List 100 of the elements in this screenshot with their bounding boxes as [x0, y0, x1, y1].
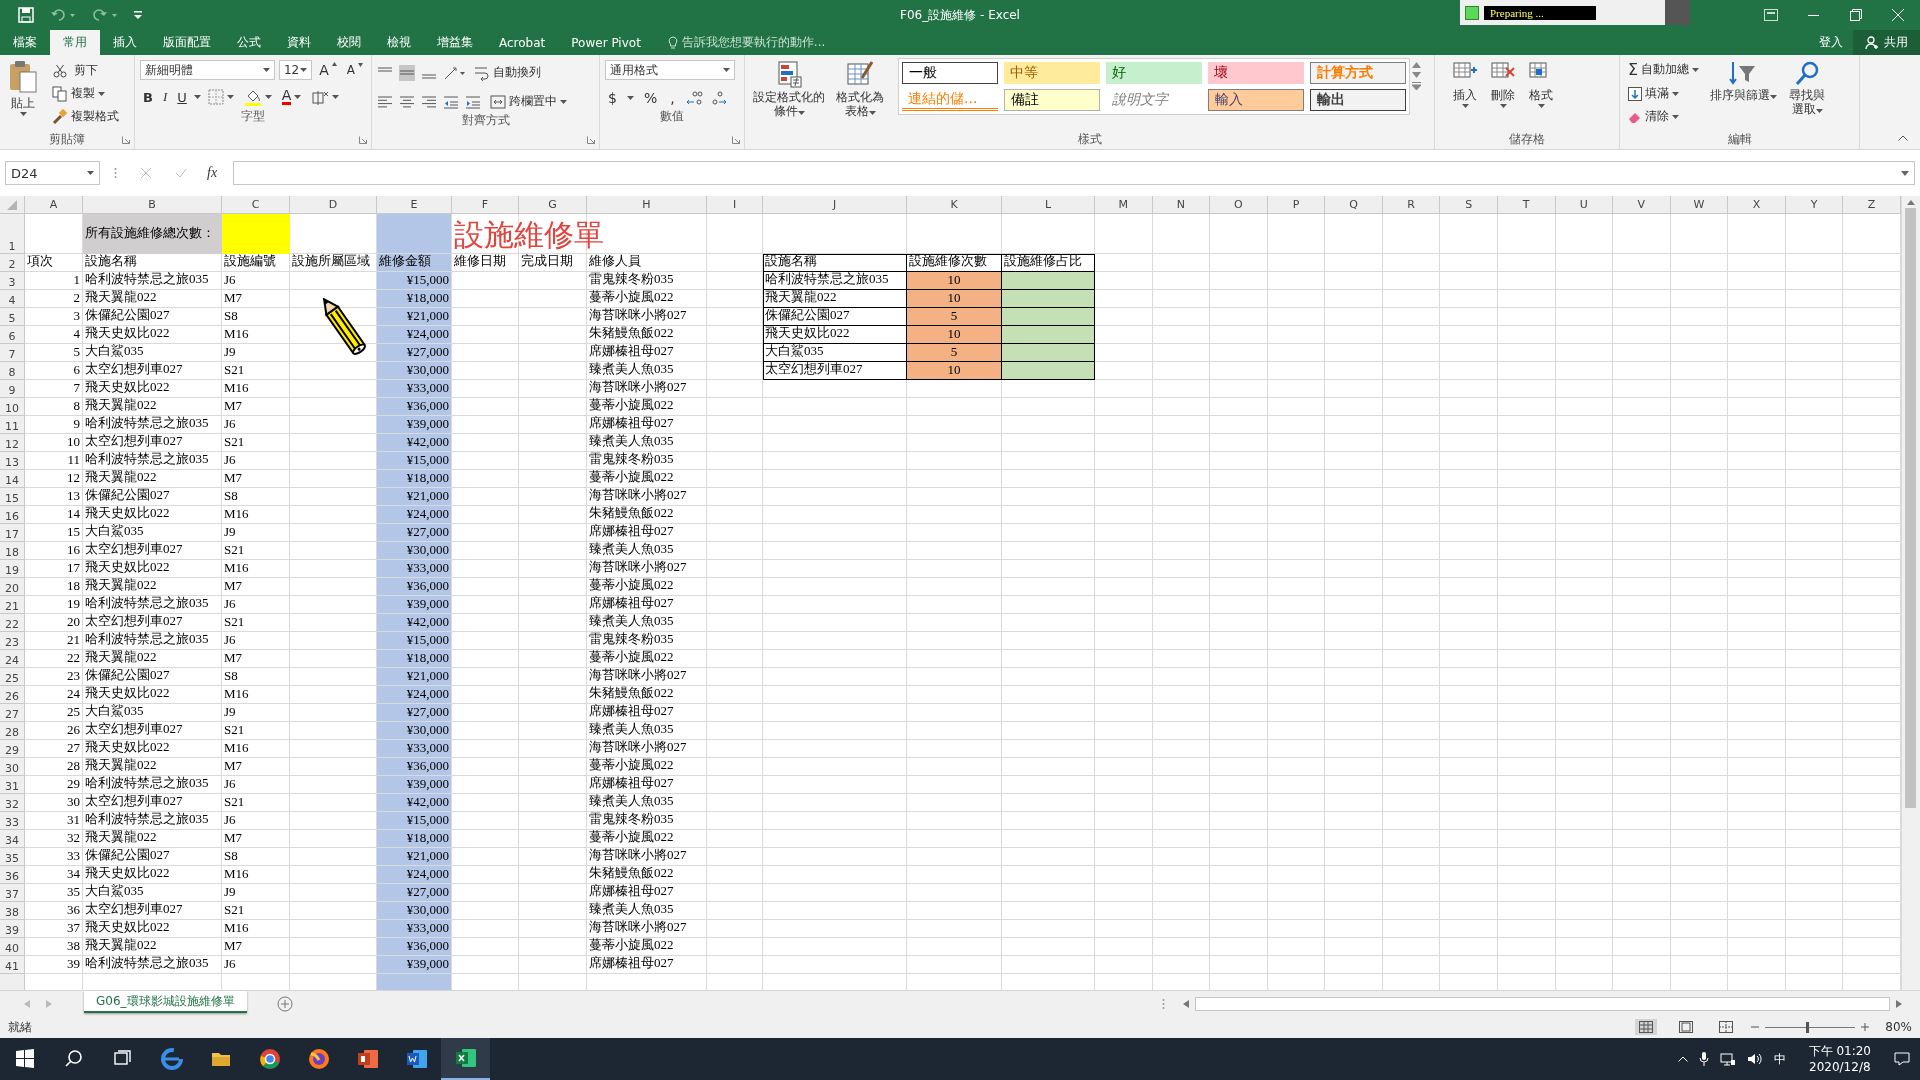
column-header[interactable]: T [1497, 196, 1556, 214]
column-header[interactable]: N [1152, 196, 1211, 214]
right-arrow-icon[interactable] [1896, 999, 1902, 1008]
increase-indent-icon[interactable] [465, 93, 481, 110]
ribbon-tab[interactable]: 增益集 [424, 30, 486, 55]
format-painter-button[interactable]: 複製格式 [49, 106, 122, 127]
row-header[interactable]: 21 [0, 596, 25, 614]
number-format-button[interactable]: $ [605, 88, 620, 108]
zoom-level[interactable]: 80% [1885, 1020, 1912, 1034]
dialog-launcher-icon[interactable] [122, 136, 130, 144]
column-header[interactable]: K [907, 196, 1002, 214]
normal-view-icon[interactable] [1639, 1021, 1654, 1033]
column-header[interactable]: Z [1843, 196, 1901, 214]
fill-button[interactable]: 填滿 [1625, 83, 1703, 104]
network-icon[interactable] [1719, 1052, 1736, 1066]
row-header[interactable]: 39 [0, 920, 25, 938]
ribbon-tab[interactable]: Acrobat [486, 30, 559, 55]
row-header[interactable]: 28 [0, 722, 25, 740]
format-as-table-button[interactable]: 格式化為表格 [830, 58, 890, 120]
add-sheet-icon[interactable] [276, 995, 293, 1012]
microphone-icon[interactable] [1698, 1052, 1709, 1066]
start-icon[interactable] [13, 1048, 36, 1070]
font-size-dropdown[interactable]: 12 [279, 60, 313, 80]
row-header[interactable]: 7 [0, 344, 25, 362]
cell-style-option[interactable]: 輸入 [1208, 89, 1304, 111]
ribbon-tab[interactable]: 校閱 [324, 30, 374, 55]
insert-function-button[interactable]: fx [207, 165, 218, 181]
row-header[interactable]: 35 [0, 848, 25, 866]
round-app-icon[interactable] [258, 1048, 281, 1070]
tell-me-field[interactable]: 告訴我您想要執行的動作... [681, 34, 826, 51]
ribbon-tab[interactable]: 常用 [50, 30, 100, 55]
column-header[interactable]: O [1210, 196, 1268, 214]
row-header[interactable]: 11 [0, 416, 25, 434]
row-header[interactable]: 13 [0, 452, 25, 470]
zoom-slider-thumb[interactable] [1805, 1021, 1809, 1033]
ribbon-display-icon[interactable] [1764, 9, 1778, 21]
browser-icon[interactable] [160, 1048, 183, 1070]
row-header[interactable]: 31 [0, 776, 25, 794]
column-header[interactable]: I [707, 196, 763, 214]
column-header[interactable]: W [1670, 196, 1729, 214]
column-header[interactable]: A [25, 196, 83, 214]
column-header[interactable]: M [1095, 196, 1153, 214]
dialog-launcher-icon[interactable] [732, 136, 740, 144]
row-header[interactable]: 29 [0, 740, 25, 758]
row-header[interactable]: 37 [0, 884, 25, 902]
find-select-button[interactable]: 尋找與選取 [1784, 58, 1831, 118]
ribbon-tab[interactable]: 版面配置 [150, 30, 224, 55]
column-header[interactable]: Q [1325, 196, 1383, 214]
sign-in-link[interactable]: 登入 [1809, 34, 1853, 51]
up-arrow-icon[interactable] [1906, 200, 1915, 205]
ribbon-tab[interactable]: 檔案 [0, 30, 50, 55]
column-header[interactable]: G [519, 196, 587, 214]
row-header[interactable]: 36 [0, 866, 25, 884]
column-header[interactable]: L [1002, 196, 1095, 214]
row-header[interactable]: 24 [0, 650, 25, 668]
row-header[interactable]: 19 [0, 560, 25, 578]
spreadsheet-app-icon[interactable] [454, 1047, 477, 1069]
save-icon[interactable] [18, 7, 34, 23]
slides-app-icon[interactable] [356, 1048, 379, 1070]
cell-style-option[interactable]: 一般 [902, 62, 998, 84]
column-header[interactable]: P [1267, 196, 1326, 214]
shrink-font-button[interactable]: A [343, 61, 366, 79]
row-header[interactable]: 18 [0, 542, 25, 560]
number-format-dropdown[interactable]: 通用格式 [605, 60, 735, 80]
row-header[interactable]: 33 [0, 812, 25, 830]
undo-icon[interactable] [50, 8, 76, 22]
column-header[interactable]: X [1728, 196, 1786, 214]
insert-cells-button[interactable]: 插入 [1450, 58, 1480, 110]
dialog-launcher-icon[interactable] [359, 136, 367, 144]
cell-style-option[interactable]: 輸出 [1310, 89, 1406, 111]
row-header[interactable]: 10 [0, 398, 25, 416]
column-header[interactable]: F [452, 196, 519, 214]
row-header[interactable]: 34 [0, 830, 25, 848]
column-header[interactable]: D [290, 196, 377, 214]
sort-filter-button[interactable]: 排序與篩選 [1704, 58, 1783, 104]
sheet-tab[interactable]: G06_環球影城設施維修單 [84, 991, 247, 1013]
close-icon[interactable] [1892, 9, 1904, 21]
row-header[interactable]: 15 [0, 488, 25, 506]
document-app-icon[interactable] [405, 1048, 428, 1070]
restore-icon[interactable] [1850, 9, 1862, 21]
format-button[interactable]: B [140, 87, 156, 107]
decrease-decimal-icon[interactable] [709, 90, 728, 106]
row-header[interactable]: 32 [0, 794, 25, 812]
scroll-down-icon[interactable] [1412, 72, 1421, 78]
row-header[interactable]: 2 [0, 254, 25, 272]
cell-style-option[interactable]: 中等 [1004, 62, 1100, 84]
page-layout-icon[interactable] [1679, 1021, 1694, 1033]
column-header[interactable]: C [222, 196, 290, 214]
row-header[interactable]: 25 [0, 668, 25, 686]
format-button[interactable]: U [174, 87, 190, 107]
wrap-text-button[interactable]: 自動換列 [471, 62, 544, 83]
formula-field[interactable] [233, 161, 1915, 185]
format-cells-button[interactable]: 格式 [1526, 58, 1556, 110]
cell-style-option[interactable]: 好 [1106, 62, 1202, 84]
row-header[interactable]: 27 [0, 704, 25, 722]
expand-icon[interactable] [1901, 170, 1909, 176]
row-header[interactable]: 12 [0, 434, 25, 452]
column-header[interactable]: H [587, 196, 707, 214]
horizontal-scrollbar[interactable] [1195, 996, 1890, 1011]
row-header[interactable]: 3 [0, 272, 25, 290]
